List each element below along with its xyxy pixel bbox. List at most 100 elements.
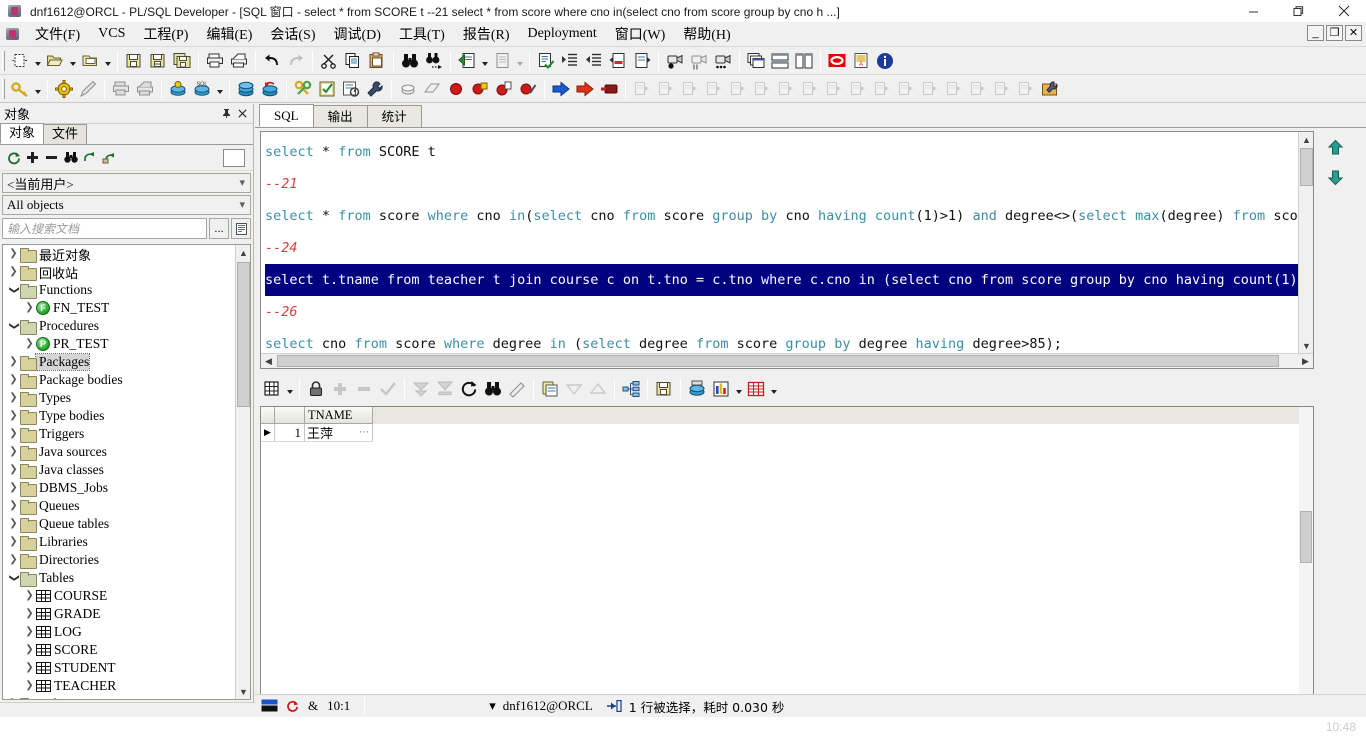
chevron-right-icon[interactable]: ❯ — [23, 681, 36, 691]
user-selector[interactable]: <当前用户> ▾ — [2, 173, 251, 193]
binoculars-icon[interactable] — [61, 148, 80, 168]
chevron-right-icon[interactable]: ❯ — [7, 249, 20, 259]
play-macro-button[interactable] — [711, 49, 735, 73]
tools-button[interactable] — [363, 77, 387, 101]
scroll-right-icon[interactable]: ▶ — [1298, 354, 1313, 369]
toolbar-grip-2[interactable] — [2, 78, 5, 99]
scroll-up-icon[interactable]: ▲ — [236, 245, 250, 260]
pin-icon[interactable] — [219, 107, 233, 121]
new-button[interactable] — [8, 49, 32, 73]
up-arrow-green-icon[interactable] — [1322, 134, 1348, 160]
reopen-dropdown-chevron-down-icon[interactable] — [102, 49, 113, 73]
grid-scroll-thumb[interactable] — [1300, 511, 1312, 563]
tree-node-java-classes[interactable]: ❯ Java classes — [3, 461, 235, 479]
outdent-button[interactable] — [582, 49, 606, 73]
close-icon[interactable] — [1321, 0, 1366, 22]
chevron-down-icon[interactable]: ❯ — [9, 284, 20, 297]
chevron-right-icon[interactable]: ❯ — [7, 411, 20, 421]
mdi-app-icon[interactable] — [4, 25, 22, 43]
menu-item-7[interactable]: 报告(R) — [454, 22, 519, 46]
object-color-box[interactable] — [223, 148, 245, 167]
mdi-close-button[interactable]: ✕ — [1345, 25, 1362, 41]
tree-scroll-thumb[interactable] — [237, 262, 250, 407]
query-builder-button[interactable] — [619, 377, 643, 401]
save-as-button[interactable] — [146, 49, 170, 73]
chevron-right-icon[interactable]: ❯ — [7, 357, 20, 367]
tree-node-libraries[interactable]: ❯ Libraries — [3, 533, 235, 551]
refresh-grid-button[interactable] — [457, 377, 481, 401]
grid-cell-tname[interactable]: 王萍 ⋯ — [305, 424, 373, 442]
logon-button[interactable] — [8, 77, 32, 101]
sql-editor[interactable]: select * from SCORE t --21 select * from s… — [260, 131, 1314, 369]
chevron-right-icon[interactable]: ❯ — [7, 555, 20, 565]
stop-button[interactable] — [597, 77, 621, 101]
refresh-circular-icon[interactable] — [4, 148, 23, 168]
menu-item-0[interactable]: 文件(F) — [26, 22, 89, 46]
sql-line-6[interactable]: --26 — [265, 296, 1298, 328]
set-bookmark-button[interactable] — [606, 49, 630, 73]
grid-layout-button[interactable] — [260, 377, 284, 401]
chevron-right-icon[interactable]: ❯ — [7, 519, 20, 529]
tree-node-dbms-jobs[interactable]: ❯ DBMS_Jobs — [3, 479, 235, 497]
commit-button[interactable] — [234, 77, 258, 101]
menu-item-5[interactable]: 调试(D) — [325, 22, 390, 46]
paste-button[interactable] — [365, 49, 389, 73]
sql-tab-统计[interactable]: 统计 — [366, 105, 422, 127]
tree-node-procedures[interactable]: ❯ Procedures — [3, 317, 235, 335]
tree-node-queue-tables[interactable]: ❯ Queue tables — [3, 515, 235, 533]
objects-panel-tab-0[interactable]: 对象 — [0, 123, 45, 144]
new-sql-window-button[interactable]: SQL — [190, 77, 214, 101]
sql-tab-输出[interactable]: 输出 — [312, 105, 368, 127]
tree-node--[interactable]: ❯ 回收站 — [3, 263, 235, 282]
object-search-input[interactable]: 输入搜索文档 — [2, 218, 207, 239]
objects-tree[interactable]: ❯ 最近对象 ❯ 回收站 ❯ Functions ❯ F FN_TEST ❯ Procedures ❯… — [2, 244, 251, 700]
menu-item-9[interactable]: 窗口(W) — [606, 22, 675, 46]
scroll-left-icon[interactable]: ◀ — [261, 354, 276, 369]
cascade-windows-button[interactable] — [744, 49, 768, 73]
breakpoint-button[interactable] — [444, 77, 468, 101]
indent-button[interactable] — [558, 49, 582, 73]
tree-node--[interactable]: ❯ 最近对象 — [3, 245, 235, 264]
object-filter-selector[interactable]: All objects ▾ — [2, 195, 251, 215]
tree-node-course[interactable]: ❯ COURSE — [3, 587, 235, 605]
recall-statement-dropdown-chevron-down-icon[interactable] — [514, 49, 525, 73]
goto-bookmark-button[interactable] — [630, 49, 654, 73]
sessions-button[interactable] — [291, 77, 315, 101]
run-to-exception-button[interactable] — [573, 77, 597, 101]
chevron-right-icon[interactable]: ❯ — [7, 267, 20, 277]
tile-vertical-button[interactable] — [792, 49, 816, 73]
copy-button[interactable] — [341, 49, 365, 73]
toolbar-grip[interactable] — [2, 50, 5, 71]
undo-button[interactable] — [260, 49, 284, 73]
minimize-icon[interactable] — [1231, 0, 1276, 22]
scroll-down-icon[interactable]: ▼ — [1299, 338, 1314, 353]
check-syntax-button[interactable] — [534, 49, 558, 73]
chart-dropdown-chevron-down-icon[interactable] — [733, 377, 744, 401]
chevron-right-icon[interactable]: ❯ — [7, 537, 20, 547]
editor-scroll-thumb[interactable] — [1300, 148, 1313, 186]
editor-hscroll-thumb[interactable] — [277, 355, 1279, 367]
chevron-right-icon[interactable]: ❯ — [23, 303, 36, 313]
sql-tab-SQL[interactable]: SQL — [259, 104, 314, 127]
chevron-right-icon[interactable]: ❯ — [7, 429, 20, 439]
filter-arrow-icon[interactable] — [99, 148, 118, 168]
reopen-button[interactable] — [78, 49, 102, 73]
find-button[interactable] — [398, 49, 422, 73]
test-window-button[interactable] — [315, 77, 339, 101]
chevron-right-icon[interactable]: ❯ — [23, 609, 36, 619]
tree-node-package-bodies[interactable]: ❯ Package bodies — [3, 371, 235, 389]
object-search-browse-button[interactable]: ... — [209, 218, 229, 239]
export-grid-button[interactable] — [652, 377, 676, 401]
cut-button[interactable] — [317, 49, 341, 73]
find-next-button[interactable] — [422, 49, 446, 73]
toggle-breakpoint-button[interactable] — [492, 77, 516, 101]
grid-header-col1[interactable] — [275, 407, 305, 424]
sql-line-1[interactable]: select * from SCORE t — [265, 136, 1298, 168]
tree-node-teacher[interactable]: ❯ TEACHER — [3, 677, 235, 695]
menu-item-6[interactable]: 工具(T) — [390, 22, 454, 46]
new-dropdown-chevron-down-icon[interactable] — [32, 49, 43, 73]
result-grid-body[interactable]: ▶ 1 王萍 ⋯ — [261, 424, 1313, 442]
grid-vertical-scrollbar[interactable] — [1299, 407, 1313, 697]
sql-line-7[interactable]: select cno from score where degree in (s… — [265, 328, 1298, 353]
save-button[interactable] — [122, 49, 146, 73]
